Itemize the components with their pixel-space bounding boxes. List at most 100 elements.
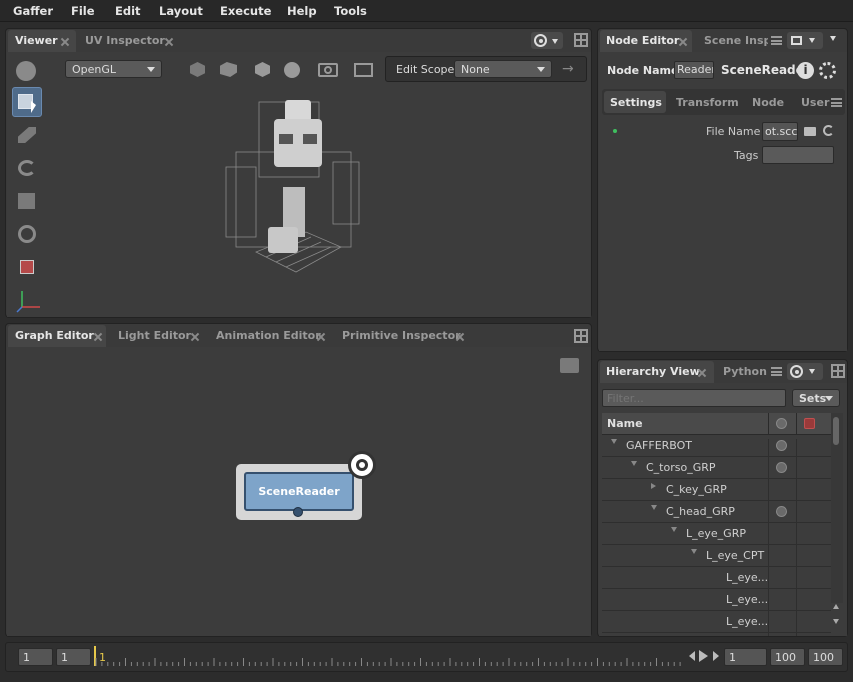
chevron-down-icon[interactable]	[830, 36, 836, 41]
rotate-tool[interactable]	[12, 153, 42, 183]
tab-node-editor[interactable]: Node Editor	[606, 34, 679, 47]
tree-scrollbar[interactable]	[831, 413, 843, 624]
camera-tool[interactable]	[12, 219, 42, 249]
menu-gaffer[interactable]: Gaffer	[13, 4, 53, 18]
grid-gnomon-icon[interactable]	[354, 63, 373, 77]
menu-layout[interactable]: Layout	[159, 4, 203, 18]
info-icon[interactable]: i	[797, 62, 814, 79]
close-icon[interactable]	[317, 333, 325, 341]
visibility-icon[interactable]	[776, 462, 787, 473]
focus-node-icon[interactable]	[348, 451, 376, 479]
collapsed-arrow-icon[interactable]	[651, 483, 656, 489]
menu-file[interactable]: File	[71, 4, 95, 18]
annotation-icon[interactable]	[560, 358, 579, 373]
step-back-icon[interactable]	[689, 651, 695, 661]
visibility-icon[interactable]	[776, 440, 787, 451]
menu-help[interactable]: Help	[287, 4, 317, 18]
end-frame-outer-field[interactable]: 100	[808, 648, 843, 666]
close-icon[interactable]	[698, 369, 706, 377]
scenereader-node[interactable]: SceneReader	[244, 472, 354, 511]
scroll-up-icon[interactable]	[833, 604, 839, 609]
start-frame-inner-field[interactable]: 1	[56, 648, 91, 666]
focus-dropdown[interactable]	[787, 363, 823, 380]
menu-icon[interactable]	[771, 36, 782, 45]
tab-animation-editor[interactable]: Animation Editor	[216, 329, 321, 342]
frame-slider[interactable]: 1	[94, 646, 684, 670]
end-frame-inner-field[interactable]: 100	[770, 648, 805, 666]
tab-graph-editor[interactable]: Graph Editor	[15, 329, 94, 342]
layout-grid-icon[interactable]	[574, 33, 588, 47]
tree-row[interactable]: C_head_GRP	[602, 501, 831, 527]
tab-transform[interactable]: Transform	[676, 96, 739, 109]
shading-sphere-icon[interactable]	[284, 62, 300, 78]
tab-user[interactable]: User	[801, 96, 829, 109]
play-icon[interactable]	[699, 650, 708, 662]
scale-tool[interactable]	[12, 186, 42, 216]
menu-execute[interactable]: Execute	[220, 4, 271, 18]
tab-viewer[interactable]: Viewer	[15, 34, 58, 47]
tree-row[interactable]: C_key_GRP	[602, 479, 831, 505]
translate-tool[interactable]	[12, 120, 42, 150]
tab-light-editor[interactable]: Light Editor	[118, 329, 191, 342]
gear-icon[interactable]	[819, 62, 836, 79]
viewer-settings-button[interactable]	[531, 32, 563, 49]
tab-uv-inspector[interactable]: UV Inspector	[85, 34, 165, 47]
tree-row[interactable]: GAFFERBOT	[602, 435, 831, 461]
camera-icon[interactable]	[318, 63, 338, 77]
start-frame-outer-field[interactable]: 1	[18, 648, 53, 666]
sets-dropdown[interactable]: Sets	[792, 389, 840, 407]
tab-settings[interactable]: Settings	[610, 96, 662, 109]
tree-row[interactable]: C_torso_GRP	[602, 457, 831, 483]
arrow-right-icon[interactable]: →	[562, 62, 574, 76]
tree-row[interactable]: L_eye...	[602, 611, 831, 636]
tree-row[interactable]: L_eye...	[602, 567, 831, 593]
layout-grid-icon[interactable]	[574, 329, 588, 343]
visibility-column-icon[interactable]	[776, 418, 787, 429]
pan-tool[interactable]	[11, 56, 41, 86]
file-name-field[interactable]: ot.scc	[762, 122, 798, 141]
menu-tools[interactable]: Tools	[334, 4, 367, 18]
current-frame-field[interactable]: 1	[724, 648, 767, 666]
expanded-arrow-icon[interactable]	[651, 505, 657, 510]
render-column-icon[interactable]	[804, 418, 815, 429]
menu-icon[interactable]	[831, 98, 842, 107]
tab-hierarchy-view[interactable]: Hierarchy View	[606, 365, 700, 378]
scrollbar-thumb[interactable]	[833, 417, 839, 445]
menu-icon[interactable]	[771, 367, 782, 376]
layout-grid-icon[interactable]	[831, 364, 845, 378]
close-icon[interactable]	[679, 38, 687, 46]
close-icon[interactable]	[94, 333, 102, 341]
select-tool[interactable]	[12, 87, 42, 117]
output-plug[interactable]	[293, 507, 303, 517]
close-icon[interactable]	[61, 38, 69, 46]
tab-primitive-inspector[interactable]: Primitive Inspector	[342, 329, 461, 342]
crop-window-tool[interactable]	[12, 252, 42, 282]
tab-node[interactable]: Node	[752, 96, 784, 109]
close-icon[interactable]	[165, 38, 173, 46]
visibility-icon[interactable]	[776, 506, 787, 517]
tab-scene-inspector[interactable]: Scene Insp	[704, 34, 768, 47]
tree-row[interactable]: L_eye_GRP	[602, 523, 831, 549]
step-forward-icon[interactable]	[713, 651, 719, 661]
tree-row[interactable]: L_eye...	[602, 589, 831, 615]
close-icon[interactable]	[191, 333, 199, 341]
scenereader-node-frame[interactable]: SceneReader	[236, 451, 376, 520]
tab-python[interactable]: Python	[723, 365, 767, 378]
expanded-arrow-icon[interactable]	[671, 527, 677, 532]
expanded-arrow-icon[interactable]	[631, 461, 637, 466]
expanded-arrow-icon[interactable]	[611, 439, 617, 444]
close-icon[interactable]	[456, 333, 464, 341]
folder-icon[interactable]	[804, 127, 816, 136]
renderer-dropdown[interactable]: OpenGL	[65, 60, 162, 78]
tree-row[interactable]: L_eye_CPT	[602, 545, 831, 571]
menu-edit[interactable]: Edit	[115, 4, 141, 18]
edit-scope-dropdown[interactable]: None	[454, 60, 552, 78]
refresh-icon[interactable]	[823, 125, 834, 136]
tags-field[interactable]	[762, 146, 834, 164]
column-name-header[interactable]: Name	[607, 417, 643, 430]
expanded-arrow-icon[interactable]	[691, 549, 697, 554]
pin-dropdown[interactable]	[787, 32, 823, 49]
node-name-field[interactable]: Reader	[674, 61, 714, 79]
filter-input[interactable]	[602, 389, 786, 407]
scroll-down-icon[interactable]	[833, 619, 839, 624]
